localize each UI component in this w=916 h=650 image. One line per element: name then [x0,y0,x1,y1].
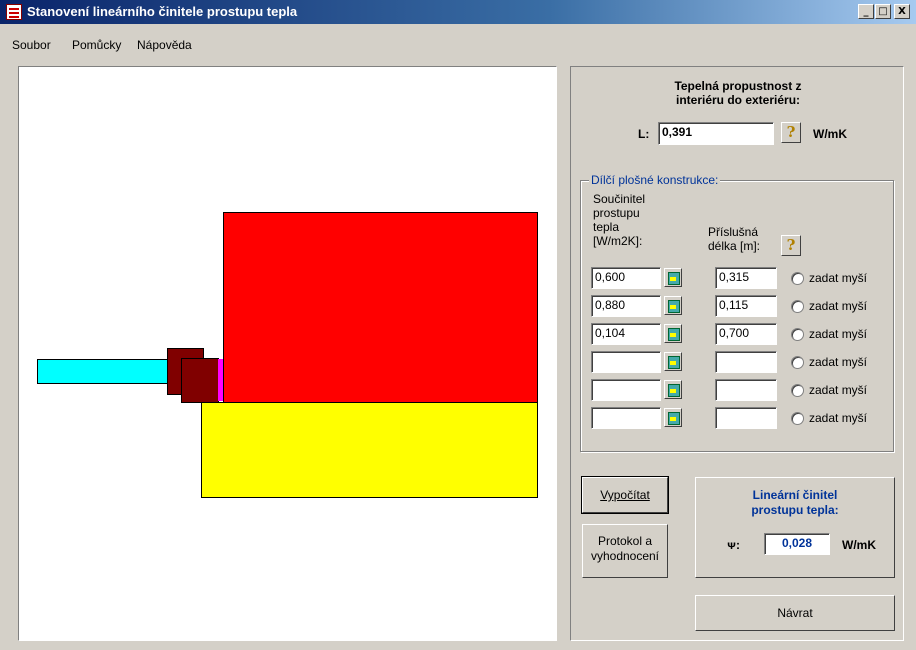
drawing-canvas[interactable] [18,66,557,641]
construction-row: 0,600 0,315 zadat myší [571,267,905,291]
length-field[interactable] [715,351,777,373]
transmittance-heading-1: Tepelná propustnost z [674,79,802,93]
length-column-header: Příslušná délka [m]: [708,225,761,253]
calculator-icon[interactable] [664,296,682,315]
u-value-field[interactable]: 0,880 [591,295,661,317]
report-button[interactable]: Protokol a vyhodnocení [582,524,668,578]
magenta-strip [218,359,223,401]
u-value-field[interactable] [591,407,661,429]
length-field[interactable] [715,379,777,401]
psi-symbol: ᴪ: [727,538,741,552]
dark-red-block-right [181,358,219,403]
construction-row: zadat myší [571,407,905,431]
calculator-icon[interactable] [664,352,682,371]
mouse-input-radio[interactable] [791,356,804,369]
linear-heading-1: Lineární činitel [752,488,838,502]
l-label: L: [638,127,650,141]
length-field[interactable]: 0,115 [715,295,777,317]
u-value-field[interactable]: 0,104 [591,323,661,345]
menu-soubor[interactable]: Soubor [12,38,51,52]
window-title: Stanovení lineárního činitele prostupu t… [27,4,298,19]
red-block [223,212,538,403]
calculator-icon[interactable] [664,268,682,287]
mouse-input-label: zadat myší [809,355,868,369]
construction-row: zadat myší [571,351,905,375]
psi-unit: W/mK [842,538,876,552]
calculator-icon[interactable] [664,324,682,343]
menu-pomucky[interactable]: Pomůcky [72,38,121,52]
construction-row: zadat myší [571,379,905,403]
u-value-field[interactable]: 0,600 [591,267,661,289]
back-button[interactable]: Návrat [695,595,895,631]
constructions-group-title: Dílčí plošné konstrukce: [589,173,721,187]
mouse-input-label: zadat myší [809,327,868,341]
linear-coefficient-box: Lineární činitel prostupu tepla: ᴪ: 0,02… [695,477,895,578]
mouse-input-radio[interactable] [791,300,804,313]
length-field[interactable]: 0,700 [715,323,777,345]
length-field[interactable] [715,407,777,429]
l-value-field[interactable]: 0,391 [658,122,774,145]
close-button[interactable]: X [894,4,910,19]
help-question-icon[interactable]: ? [781,122,801,143]
linear-heading-2: prostupu tepla: [751,503,839,517]
calculator-icon[interactable] [664,408,682,427]
construction-row: 0,880 0,115 zadat myší [571,295,905,319]
psi-value-field[interactable]: 0,028 [764,533,830,555]
transmittance-heading-2: interiéru do exteriéru: [675,93,801,107]
u-column-header: Součinitel prostupu tepla [W/m2K]: [593,192,646,248]
app-icon [6,4,22,20]
mouse-input-radio[interactable] [791,384,804,397]
construction-row: 0,104 0,700 zadat myší [571,323,905,347]
u-value-field[interactable] [591,351,661,373]
minimize-button[interactable]: _ [858,4,874,19]
length-field[interactable]: 0,315 [715,267,777,289]
maximize-button[interactable]: □ [875,4,891,19]
mouse-input-radio[interactable] [791,328,804,341]
l-unit: W/mK [813,127,847,141]
cyan-bar [37,359,169,384]
mouse-input-label: zadat myší [809,383,868,397]
mouse-input-label: zadat myší [809,299,868,313]
mouse-input-radio[interactable] [791,412,804,425]
right-panel: Tepelná propustnost z interiéru do exter… [570,66,904,641]
mouse-input-label: zadat myší [809,411,868,425]
u-value-field[interactable] [591,379,661,401]
yellow-block [201,402,538,498]
calculator-icon[interactable] [664,380,682,399]
calculate-button[interactable]: Vypočítat [582,477,668,513]
help-question-icon-2[interactable]: ? [781,235,801,256]
menu-napoveda[interactable]: Nápověda [137,38,192,52]
mouse-input-radio[interactable] [791,272,804,285]
mouse-input-label: zadat myší [809,271,868,285]
